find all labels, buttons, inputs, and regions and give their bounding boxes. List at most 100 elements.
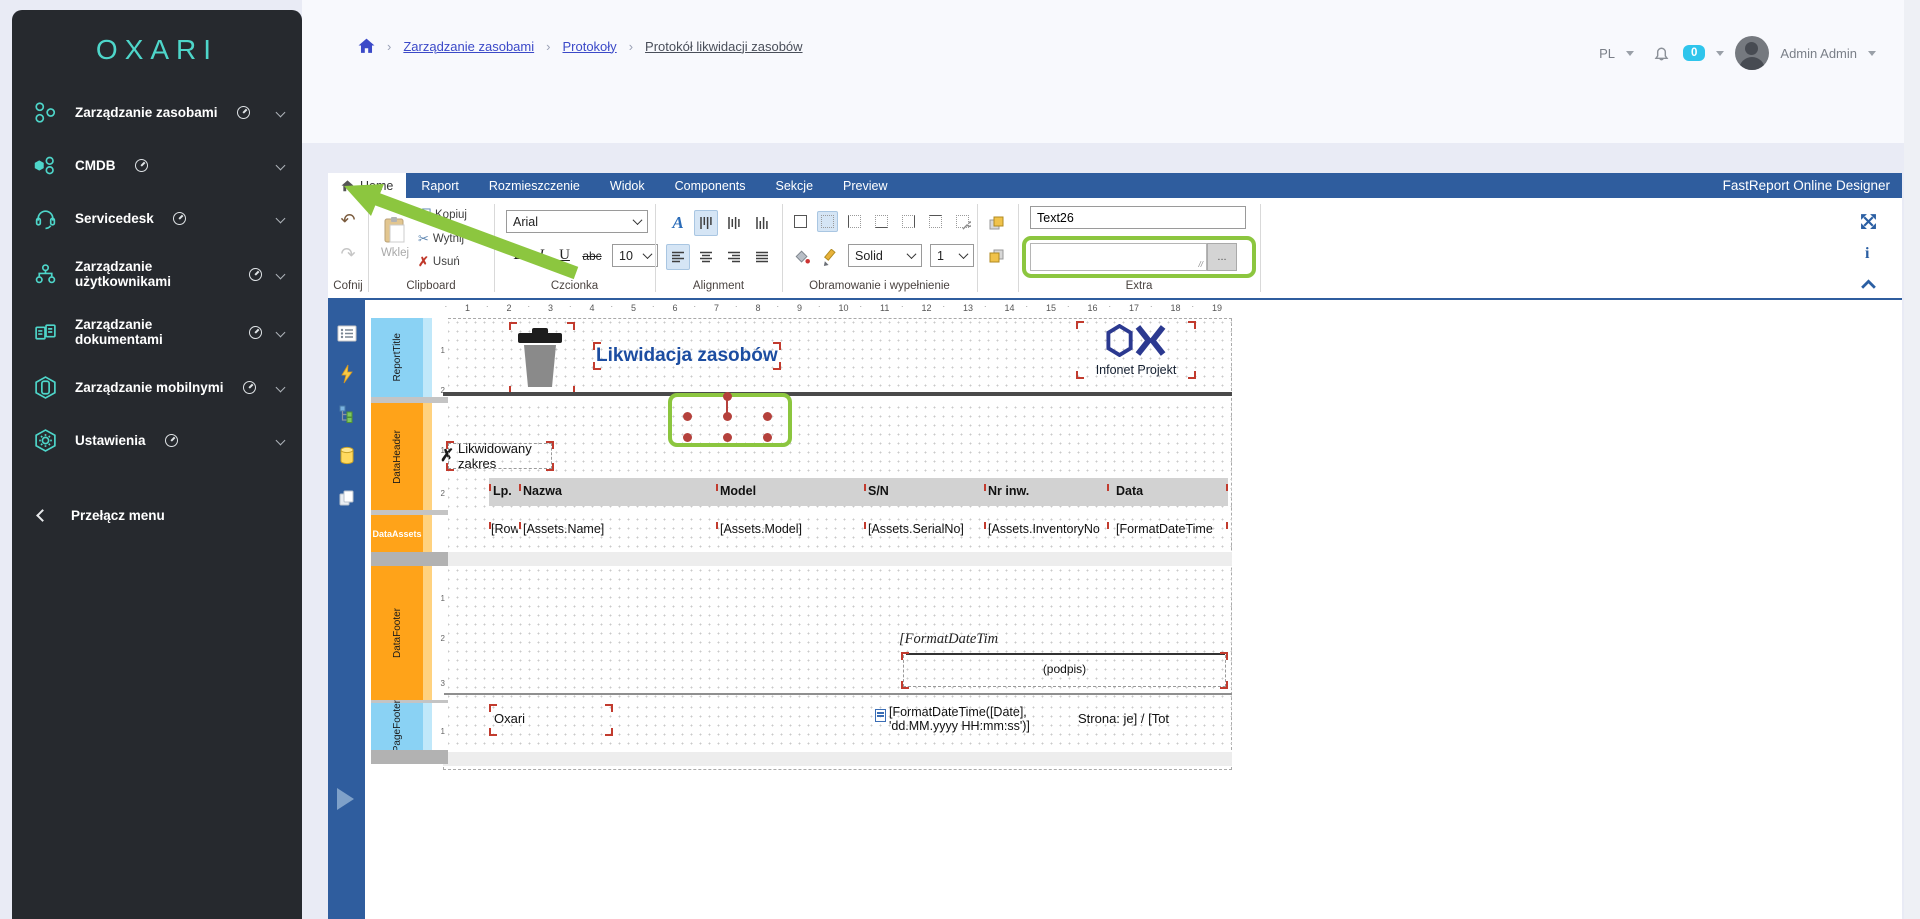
band-label-reporttitle[interactable]: ReportTitle 1 2 xyxy=(371,318,448,397)
paste-button[interactable]: Wklej xyxy=(376,204,414,270)
infonet-logo-icon xyxy=(1105,324,1167,357)
font-size-select[interactable]: 10 xyxy=(612,244,658,267)
border-all-button[interactable] xyxy=(790,211,811,232)
caret-down-icon[interactable] xyxy=(1868,51,1876,56)
selection-handle[interactable] xyxy=(763,433,772,442)
events-panel-button[interactable] xyxy=(335,362,358,385)
valign-middle-button[interactable] xyxy=(722,210,746,236)
tab-components[interactable]: Components xyxy=(660,173,761,198)
selection-handle[interactable] xyxy=(723,412,732,421)
language-selector[interactable]: PL xyxy=(1599,46,1615,61)
align-left-button[interactable] xyxy=(666,244,690,270)
align-right-button[interactable] xyxy=(722,244,746,270)
border-top-button[interactable] xyxy=(925,211,946,232)
band-resize-strip[interactable] xyxy=(443,752,1232,766)
italic-button[interactable]: I xyxy=(531,244,552,267)
breadcrumb-link-protokoly[interactable]: Protokoły xyxy=(562,39,616,54)
underline-button[interactable]: U xyxy=(554,244,575,267)
selection-handle[interactable] xyxy=(763,412,772,421)
band-label-dataheader[interactable]: DataHeader 1 2 xyxy=(371,403,448,510)
border-bottom-button[interactable] xyxy=(871,211,892,232)
table-header-row[interactable]: Lp. Nazwa Model S/N Nr inw. Data xyxy=(489,478,1228,506)
tab-preview[interactable]: Preview xyxy=(828,173,902,198)
undo-button[interactable]: ↶ xyxy=(336,208,360,232)
tab-sekcje[interactable]: Sekcje xyxy=(761,173,829,198)
bold-button[interactable]: B xyxy=(508,244,529,267)
caret-down-icon[interactable] xyxy=(1716,51,1724,56)
font-family-select[interactable]: Arial xyxy=(506,210,648,233)
border-properties-button[interactable] xyxy=(952,211,973,232)
border-left-button[interactable] xyxy=(844,211,865,232)
pagefooter-top-line-object[interactable] xyxy=(444,693,1232,695)
properties-panel-button[interactable] xyxy=(335,322,358,345)
collapse-ribbon-button[interactable] xyxy=(1860,277,1877,295)
selection-handle[interactable] xyxy=(683,433,692,442)
notification-badge[interactable]: 0 xyxy=(1683,45,1705,61)
band-resize-strip[interactable] xyxy=(443,552,1232,566)
footer-page-number-object[interactable]: Strona: je] / [Tot xyxy=(1078,707,1224,733)
trash-image-object[interactable] xyxy=(512,325,572,391)
line-width-select[interactable]: 1 xyxy=(930,244,974,267)
tab-home[interactable]: Home xyxy=(328,173,406,198)
tab-rozmieszczenie[interactable]: Rozmieszczenie xyxy=(474,173,595,198)
object-name-input[interactable] xyxy=(1030,206,1246,229)
sidebar-item-cmdb[interactable]: CMDB xyxy=(12,139,302,192)
valign-bottom-button[interactable] xyxy=(750,210,774,236)
border-right-button[interactable] xyxy=(898,211,919,232)
sidebar-item-zarzadzanie-uzytkownikami[interactable]: Zarządzanie użytkownikami xyxy=(12,245,302,303)
data-assets-row[interactable]: [Row [Assets.Name] [Assets.Model] [Asset… xyxy=(489,518,1228,544)
report-tree-button[interactable] xyxy=(335,402,358,425)
sidebar-item-label: Zarządzanie zasobami xyxy=(75,105,218,120)
delete-button[interactable]: ✗ Usuń xyxy=(418,254,460,270)
redo-button[interactable]: ↷ xyxy=(336,242,360,266)
cut-button[interactable]: ✂ Wytnij xyxy=(418,231,464,247)
avatar[interactable] xyxy=(1735,36,1769,70)
report-title-text-object[interactable]: Likwidacja zasobów xyxy=(596,345,778,367)
selection-corner xyxy=(1219,728,1224,733)
home-icon[interactable] xyxy=(358,38,375,54)
ruler-dot: · xyxy=(1191,301,1194,311)
band-label-pagefooter[interactable]: PageFooter 1 xyxy=(371,703,448,750)
caret-down-icon[interactable] xyxy=(1626,51,1634,56)
run-report-button[interactable] xyxy=(337,788,354,810)
fullscreen-button[interactable] xyxy=(1860,213,1877,235)
valign-top-button[interactable] xyxy=(694,210,718,236)
selection-handle[interactable] xyxy=(723,433,732,442)
company-logo-object[interactable]: Infonet Projekt xyxy=(1079,324,1193,376)
copy-button[interactable]: Kopiuj xyxy=(418,208,467,222)
bell-icon[interactable] xyxy=(1651,43,1672,63)
font-color-button[interactable]: A xyxy=(666,210,690,236)
send-to-back-button[interactable] xyxy=(983,244,1009,268)
sidebar-item-zarzadzanie-zasobami[interactable]: Zarządzanie zasobami xyxy=(12,86,302,139)
brush-button[interactable] xyxy=(818,244,842,270)
menu-toggle[interactable]: Przełącz menu xyxy=(12,495,302,536)
footer-left-text-object[interactable]: Oxari xyxy=(492,707,610,733)
user-name[interactable]: Admin Admin xyxy=(1780,46,1857,61)
band-label-dataassets[interactable]: DataAssets xyxy=(371,515,448,552)
fill-color-button[interactable] xyxy=(790,244,814,270)
signature-label-object[interactable]: (podpis) xyxy=(903,655,1226,687)
border-none-button[interactable] xyxy=(817,211,838,232)
breadcrumb-link-zasoby[interactable]: Zarządzanie zasobami xyxy=(403,39,534,54)
tab-raport[interactable]: Raport xyxy=(406,173,474,198)
align-center-button[interactable] xyxy=(694,244,718,270)
bring-to-front-button[interactable] xyxy=(983,211,1009,235)
sidebar-item-servicedesk[interactable]: Servicedesk xyxy=(12,192,302,245)
date-expression-object[interactable]: [FormatDateTim xyxy=(899,631,1015,653)
data-panel-button[interactable] xyxy=(335,444,358,467)
line-style-select[interactable]: Solid xyxy=(848,244,922,267)
pages-panel-button[interactable] xyxy=(335,486,358,509)
strikethrough-button[interactable]: abc xyxy=(577,244,607,267)
page-scrollbar[interactable] xyxy=(1904,0,1920,919)
selection-handle[interactable] xyxy=(683,412,692,421)
line-object[interactable] xyxy=(443,392,1232,396)
band-label-datafooter[interactable]: DataFooter 1 2 3 xyxy=(371,566,448,700)
align-justify-button[interactable] xyxy=(750,244,774,270)
footer-date-text-object[interactable]: [FormatDateTime([Date], 'dd.MM.yyyy HH:m… xyxy=(889,705,1097,735)
sidebar-item-zarzadzanie-mobilnymi[interactable]: Zarządzanie mobilnymi xyxy=(12,361,302,414)
sidebar-item-zarzadzanie-dokumentami[interactable]: Zarządzanie dokumentami xyxy=(12,303,302,361)
tab-widok[interactable]: Widok xyxy=(595,173,660,198)
scope-label-object[interactable]: Likwidowany zakres xyxy=(448,443,552,469)
info-button[interactable]: i xyxy=(1865,245,1869,263)
sidebar-item-ustawienia[interactable]: Ustawienia xyxy=(12,414,302,467)
